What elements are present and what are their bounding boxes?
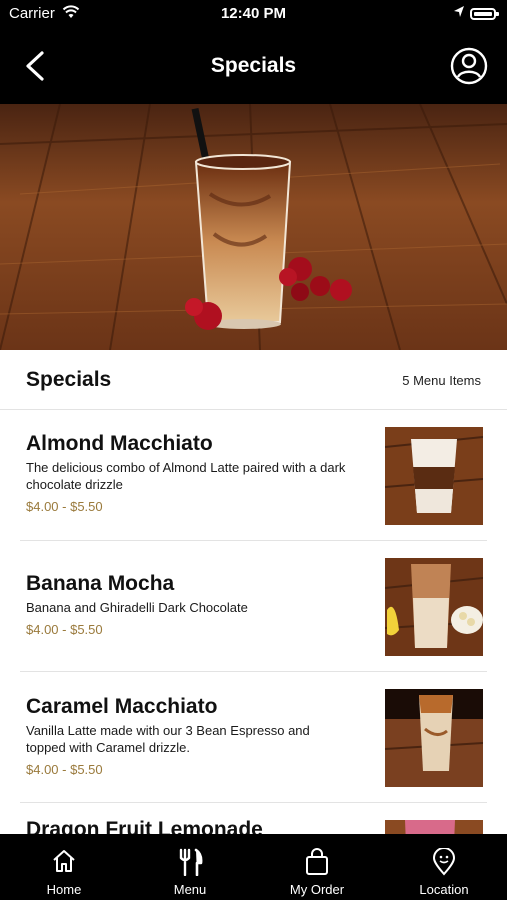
status-bar: Carrier 12:40 PM xyxy=(0,0,507,30)
tab-bar: Home Menu My Order Location xyxy=(0,834,507,900)
hero-image xyxy=(0,104,507,350)
clock: 12:40 PM xyxy=(220,5,287,22)
item-name: Almond Macchiato xyxy=(26,432,213,455)
tab-label: Location xyxy=(419,882,469,897)
list-item[interactable]: Dragon Fruit Lemonade xyxy=(0,803,507,834)
item-image xyxy=(385,558,483,656)
item-name: Caramel Macchiato xyxy=(26,695,218,718)
page-title: Specials xyxy=(210,54,297,77)
tab-label: My Order xyxy=(289,882,345,897)
section-header: Specials 5 Menu Items xyxy=(0,350,507,410)
tab-menu[interactable]: Menu xyxy=(127,834,253,900)
user-circle-icon xyxy=(450,47,488,85)
list-item[interactable]: Caramel Macchiato Vanilla Latte made wit… xyxy=(0,672,507,803)
menu-item-list: Almond Macchiato The delicious combo of … xyxy=(0,410,507,834)
menu-item-count: 5 Menu Items xyxy=(402,373,481,388)
item-price: $4.00 - $5.50 xyxy=(26,622,103,637)
item-price: $4.00 - $5.50 xyxy=(26,762,103,777)
item-image xyxy=(385,427,483,525)
location-pin-icon xyxy=(432,848,456,876)
tab-my-order[interactable]: My Order xyxy=(254,834,380,900)
home-icon xyxy=(53,850,75,872)
tab-label: Home xyxy=(46,882,82,897)
tab-location[interactable]: Location xyxy=(381,834,507,900)
list-item[interactable]: Almond Macchiato The delicious combo of … xyxy=(0,410,507,541)
battery-icon xyxy=(470,8,499,20)
profile-button[interactable] xyxy=(449,46,489,86)
location-arrow-icon xyxy=(454,6,464,17)
top-bar: Carrier 12:40 PM Specials xyxy=(0,0,507,104)
list-item[interactable]: Banana Mocha Banana and Ghiradelli Dark … xyxy=(0,541,507,672)
fork-knife-icon xyxy=(179,848,203,876)
item-image xyxy=(385,689,483,787)
item-image xyxy=(385,820,483,834)
tab-label: Menu xyxy=(173,882,207,897)
tab-home[interactable]: Home xyxy=(1,834,127,900)
item-description: Banana and Ghiradelli Dark Chocolate xyxy=(26,600,248,615)
item-name: Dragon Fruit Lemonade xyxy=(26,818,263,834)
item-description: Vanilla Latte made with our 3 Bean Espre… xyxy=(26,723,310,755)
item-description: The delicious combo of Almond Latte pair… xyxy=(26,460,346,492)
item-name: Banana Mocha xyxy=(26,572,175,595)
section-title: Specials xyxy=(26,368,112,391)
shopping-bag-icon xyxy=(306,848,328,875)
item-price: $4.00 - $5.50 xyxy=(26,499,103,514)
